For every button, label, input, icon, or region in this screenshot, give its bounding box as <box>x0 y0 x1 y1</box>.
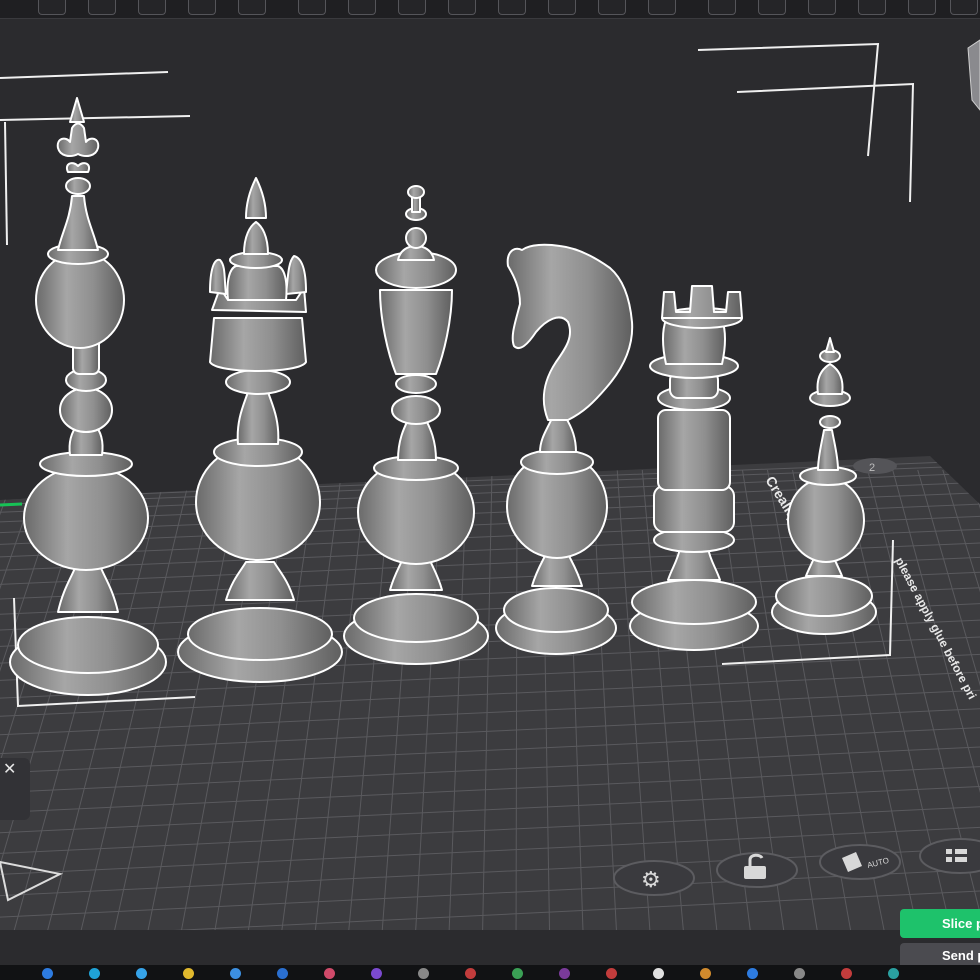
3d-viewport[interactable]: Creality please apply glue before pri 2 <box>0 19 980 965</box>
os-taskbar <box>0 965 980 980</box>
app-icon[interactable] <box>465 968 476 979</box>
lock-icon[interactable] <box>908 0 936 15</box>
app-icon[interactable] <box>747 968 758 979</box>
measure-icon[interactable] <box>448 0 476 15</box>
cut-icon[interactable] <box>188 0 216 15</box>
move-icon[interactable] <box>38 0 66 15</box>
layers-icon[interactable] <box>648 0 676 15</box>
app-icon[interactable] <box>559 968 570 979</box>
app-icon[interactable] <box>888 968 899 979</box>
app-icon[interactable] <box>653 968 664 979</box>
scale-icon[interactable] <box>138 0 166 15</box>
mail-icon[interactable] <box>277 968 288 979</box>
support-icon[interactable] <box>238 0 266 15</box>
app-icon[interactable] <box>512 968 523 979</box>
app-icon[interactable] <box>418 968 429 979</box>
side-panel: ✕ <box>0 758 30 820</box>
photos-icon[interactable] <box>230 968 241 979</box>
plate-settings-button[interactable]: ⚙ <box>613 860 695 896</box>
assembly-icon[interactable] <box>498 0 526 15</box>
vs-icon[interactable] <box>371 968 382 979</box>
seam-icon[interactable] <box>298 0 326 15</box>
split-parts-icon[interactable] <box>758 0 786 15</box>
app-icon[interactable] <box>794 968 805 979</box>
paint-icon[interactable] <box>348 0 376 15</box>
arrange-icon[interactable] <box>548 0 576 15</box>
top-toolbar <box>0 0 980 19</box>
split-objects-icon[interactable] <box>708 0 736 15</box>
add-plate-icon[interactable] <box>858 0 886 15</box>
app-icon[interactable] <box>606 968 617 979</box>
variable-height-icon[interactable] <box>808 0 836 15</box>
rotate-icon[interactable] <box>88 0 116 15</box>
edge-icon[interactable] <box>42 968 53 979</box>
orient-icon[interactable] <box>598 0 626 15</box>
close-icon[interactable]: ✕ <box>3 762 16 778</box>
text-icon[interactable] <box>398 0 426 15</box>
app-icon[interactable] <box>700 968 711 979</box>
svg-text:2: 2 <box>869 462 875 474</box>
slice-plate-button[interactable]: Slice plate <box>900 909 980 938</box>
axis-x-indicator <box>0 502 23 507</box>
auto-orient-button[interactable]: AUTO <box>819 844 901 880</box>
plate-number-badge[interactable]: 2 <box>853 458 897 474</box>
view-cube[interactable] <box>967 39 980 111</box>
grid-icon[interactable] <box>950 0 978 15</box>
app-icon[interactable] <box>841 968 852 979</box>
files-icon[interactable] <box>183 968 194 979</box>
store-icon[interactable] <box>136 968 147 979</box>
gear-icon: ⚙ <box>641 868 661 893</box>
plate-lock-button[interactable] <box>716 852 798 888</box>
notif-icon[interactable] <box>324 968 335 979</box>
chrome-icon[interactable] <box>89 968 100 979</box>
